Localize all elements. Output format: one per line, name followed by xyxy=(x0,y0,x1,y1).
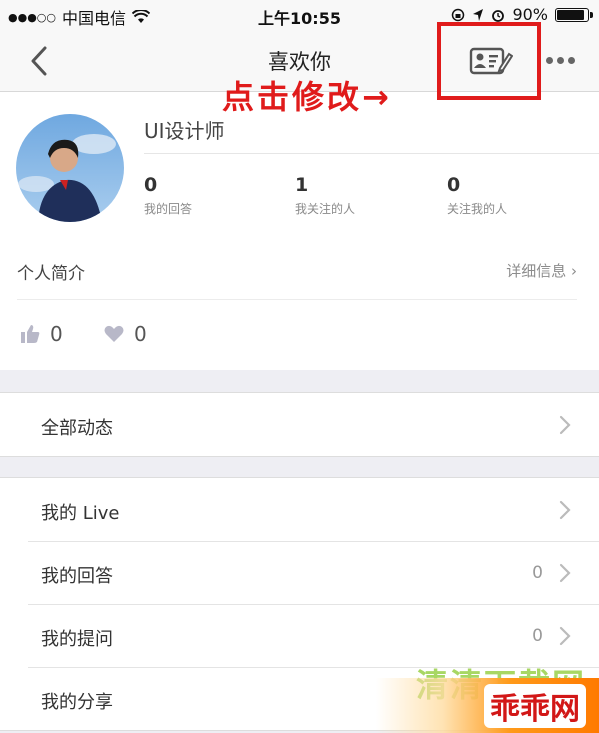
list-item-count: 0 xyxy=(532,563,543,583)
list-item-label: 我的提问 xyxy=(41,629,113,650)
likes-count: 0 xyxy=(20,322,63,346)
chevron-right-icon xyxy=(559,626,571,646)
list-item-my-answers[interactable]: 我的回答 0 xyxy=(0,541,599,604)
list-item-my-questions[interactable]: 我的提问 0 xyxy=(0,604,599,667)
chevron-right-icon xyxy=(559,563,571,583)
divider xyxy=(17,299,577,300)
stat-label: 我的回答 xyxy=(144,202,193,216)
activity-group: 全部动态 xyxy=(0,392,599,457)
list-item-label: 我的分享 xyxy=(41,692,113,713)
heart-icon xyxy=(104,325,124,342)
bio-row[interactable]: 个人简介 详细信息 › xyxy=(17,255,577,285)
thumbs-up-icon xyxy=(21,325,40,343)
alarm-icon xyxy=(492,9,505,22)
more-button[interactable] xyxy=(540,50,580,70)
edit-profile-button[interactable] xyxy=(462,43,520,79)
list-item-count: 0 xyxy=(532,626,543,646)
hearts-count: 0 xyxy=(104,322,147,346)
divider xyxy=(144,153,599,154)
stat-label: 关注我的人 xyxy=(447,202,508,216)
location-arrow-icon xyxy=(473,8,484,21)
chevron-right-icon xyxy=(559,415,571,435)
rotation-lock-icon xyxy=(452,8,465,21)
more-dot-icon xyxy=(545,56,553,64)
stat-my-answers[interactable]: 0 我的回答 xyxy=(144,174,192,217)
stat-value: 0 xyxy=(447,174,461,196)
detail-info-link[interactable]: 详细信息 › xyxy=(506,260,577,281)
stat-followers[interactable]: 0 关注我的人 xyxy=(447,174,507,217)
status-bar: ●●●○○ 中国电信 上午10:55 90% xyxy=(0,0,599,30)
list-item-label: 我的 Live xyxy=(41,503,120,524)
watermark-brand: 乖乖网 xyxy=(484,684,586,728)
more-dot-icon xyxy=(556,56,564,64)
battery-percent: 90% xyxy=(512,5,548,24)
annotation-text: 点击修改→ xyxy=(222,78,392,116)
list-item-label: 全部动态 xyxy=(41,418,113,439)
likes-value: 0 xyxy=(50,322,63,346)
stat-following[interactable]: 1 我关注的人 xyxy=(295,174,355,217)
list-item-my-live[interactable]: 我的 Live xyxy=(0,478,599,541)
edit-profile-card-icon xyxy=(469,47,513,75)
hearts-value: 0 xyxy=(134,322,147,346)
stat-value: 1 xyxy=(295,174,309,196)
more-dot-icon xyxy=(567,56,575,64)
avatar-image xyxy=(16,114,124,222)
battery-icon xyxy=(555,7,593,22)
battery-fill xyxy=(557,9,584,20)
chevron-right-icon xyxy=(559,500,571,520)
profile-card: UI设计师 0 我的回答 1 我关注的人 0 关注我的人 个人简介 详细信息 ›… xyxy=(0,92,599,370)
list-item-label: 我的回答 xyxy=(41,566,113,587)
stat-label: 我关注的人 xyxy=(295,202,356,216)
stat-value: 0 xyxy=(144,174,158,196)
list-item-all-activity[interactable]: 全部动态 xyxy=(0,393,599,456)
avatar[interactable] xyxy=(16,114,124,222)
bio-label: 个人简介 xyxy=(17,264,85,284)
username: UI设计师 xyxy=(144,119,225,143)
status-right: 90% xyxy=(451,5,593,24)
